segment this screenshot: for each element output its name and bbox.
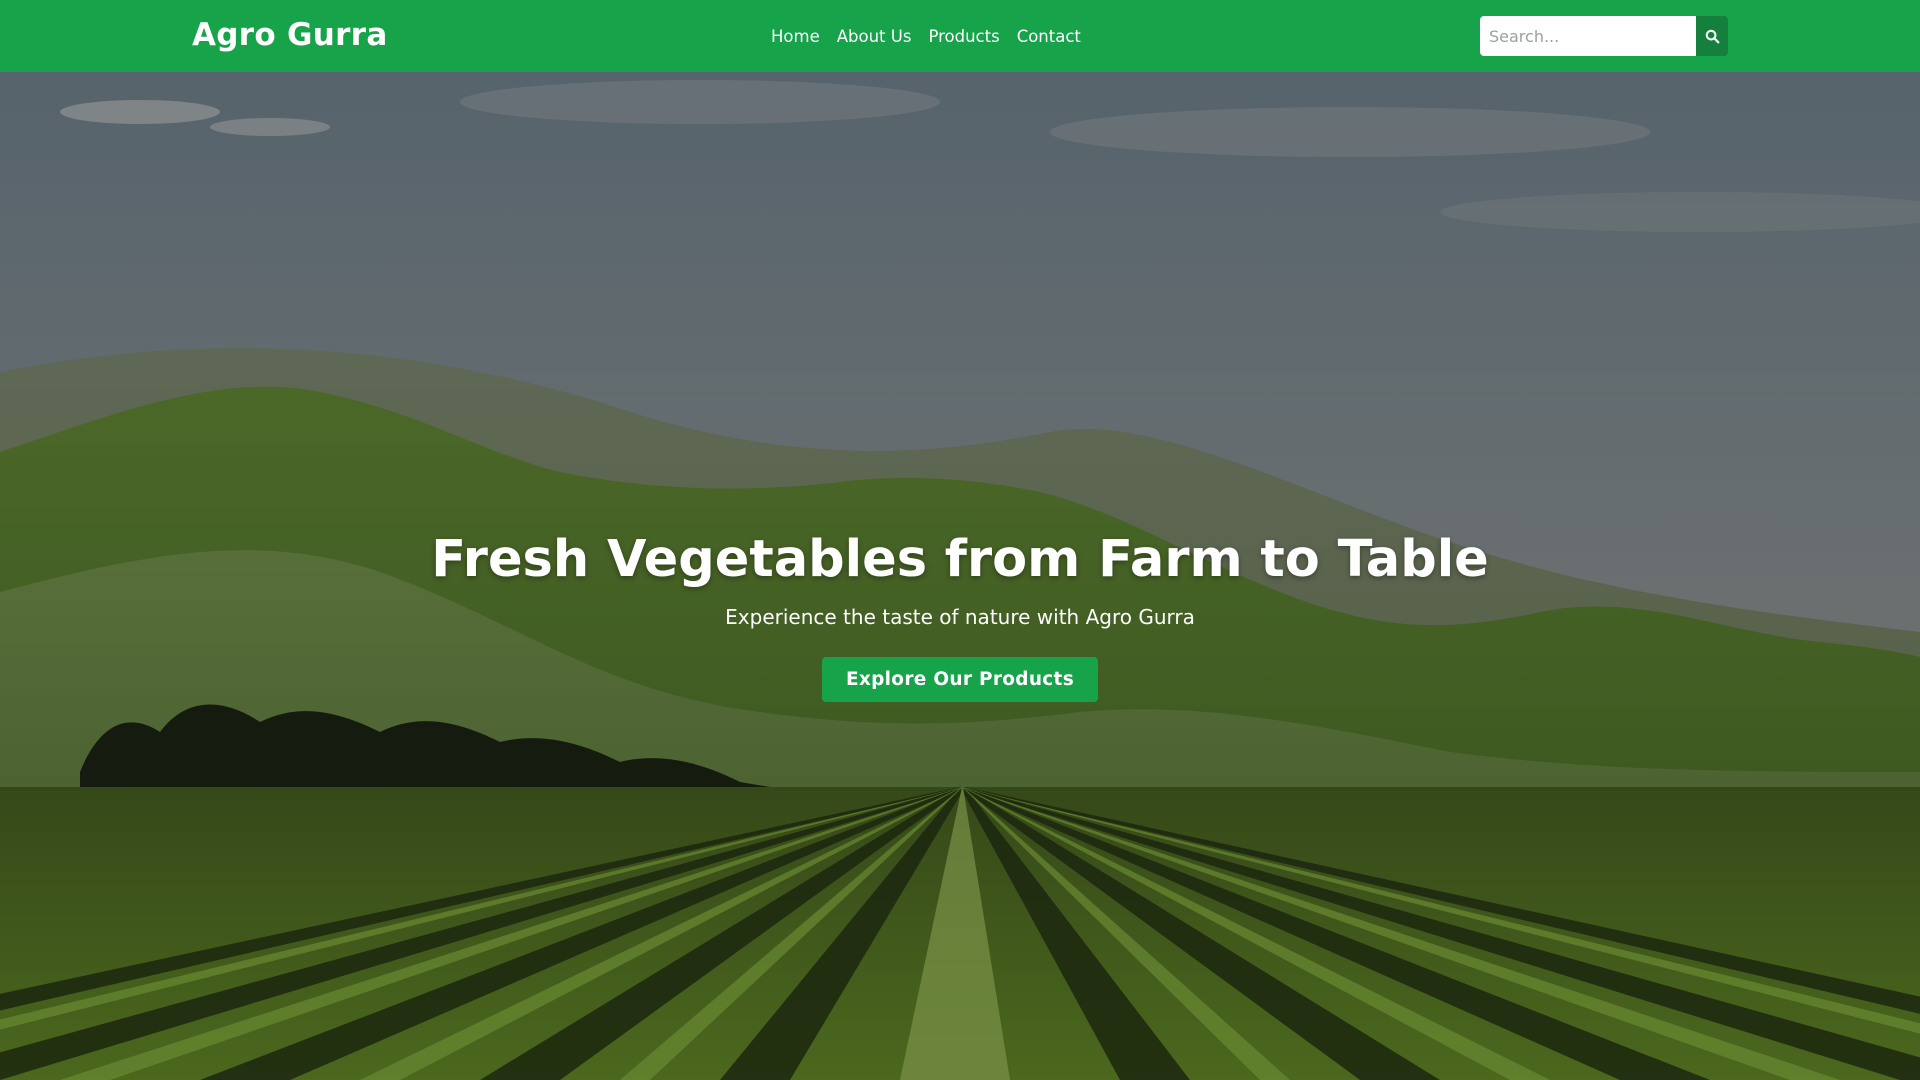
search-input[interactable] [1480,16,1696,56]
navbar: Agro Gurra Home About Us Products Contac… [0,0,1920,72]
search-icon [1705,29,1719,43]
nav-links: Home About Us Products Contact [771,0,1081,72]
nav-link-products[interactable]: Products [928,27,999,46]
brand-logo[interactable]: Agro Gurra [192,0,388,72]
nav-link-home[interactable]: Home [771,27,820,46]
hero-section: Fresh Vegetables from Farm to Table Expe… [0,72,1920,1080]
explore-products-button[interactable]: Explore Our Products [821,657,1099,702]
search-form [1480,16,1728,56]
hero-content: Fresh Vegetables from Farm to Table Expe… [0,528,1920,702]
hero-subtitle: Experience the taste of nature with Agro… [725,605,1195,629]
search-button[interactable] [1696,16,1728,56]
nav-link-contact[interactable]: Contact [1017,27,1081,46]
nav-link-about-us[interactable]: About Us [837,27,912,46]
hero-title: Fresh Vegetables from Farm to Table [431,530,1489,589]
